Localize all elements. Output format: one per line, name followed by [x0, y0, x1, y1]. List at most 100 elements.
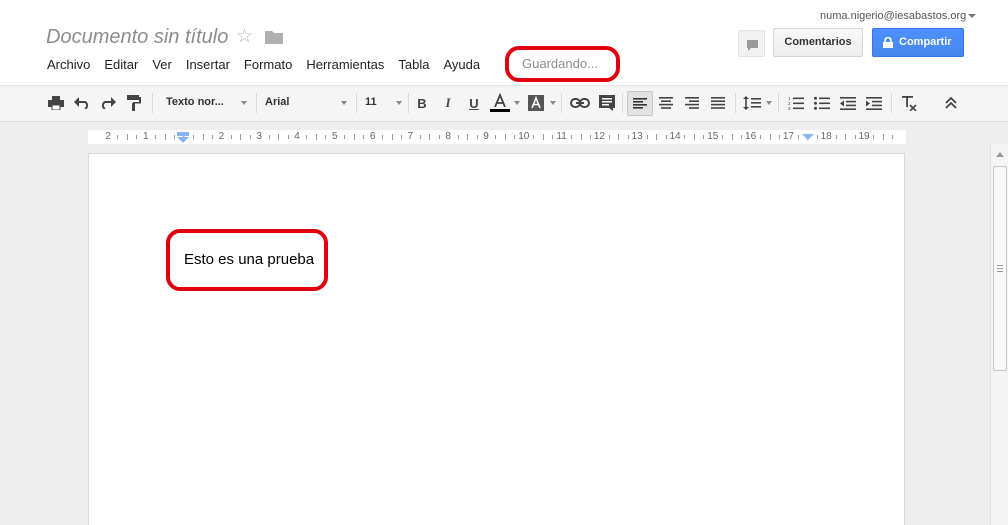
paint-format-icon[interactable]: [124, 91, 144, 115]
ruler-tick: [391, 134, 393, 140]
collapse-toolbar-icon[interactable]: [940, 91, 962, 115]
ruler-number: 12: [593, 131, 605, 142]
ruler-tick: [656, 134, 658, 140]
ruler-tick: [892, 135, 894, 139]
menu-editar[interactable]: Editar: [97, 56, 145, 74]
ruler-tick: [419, 135, 421, 139]
folder-icon[interactable]: [265, 30, 283, 44]
ruler-tick: [882, 134, 884, 140]
toolbar-separator: [891, 93, 892, 113]
user-email[interactable]: numa.nigerio@iesabastos.org: [820, 10, 966, 22]
scroll-up-icon[interactable]: [996, 152, 1004, 157]
ruler-tick: [457, 135, 459, 139]
ruler-area: 2 1 1 2 3 4 5 6 7 8 9 10 11 12 13 14 15 16 17 18 19: [0, 122, 1008, 153]
header: Documento sin título ☆ Archivo Editar Ve…: [0, 0, 1008, 86]
clear-formatting-icon[interactable]: [898, 91, 920, 115]
ruler-tick: [344, 135, 346, 139]
toolbar-separator: [256, 93, 257, 113]
font-select[interactable]: Arial: [265, 96, 289, 108]
ruler-tick: [769, 134, 771, 140]
scroll-thumb[interactable]: [993, 166, 1007, 371]
toolbar-separator: [561, 93, 562, 113]
line-spacing-icon[interactable]: [741, 91, 763, 115]
document-title[interactable]: Documento sin título: [46, 26, 228, 49]
ruler-tick: [580, 134, 582, 140]
ruler-tick: [845, 134, 847, 140]
text-color-caret-icon[interactable]: [514, 101, 520, 105]
document-body-text[interactable]: Esto es una prueba: [184, 251, 314, 268]
ruler-number: 1: [143, 131, 149, 142]
menu-herramientas[interactable]: Herramientas: [299, 56, 391, 74]
align-left-button[interactable]: [627, 91, 653, 116]
ruler-tick: [571, 135, 573, 139]
line-spacing-caret-icon[interactable]: [766, 101, 772, 105]
ruler-number: 2: [218, 131, 225, 142]
ruler[interactable]: 2 1 1 2 3 4 5 6 7 8 9 10 11 12 13 14 15 16 17 18 19: [88, 130, 906, 144]
ruler-tick: [268, 135, 270, 139]
bulleted-list-icon[interactable]: [811, 91, 833, 115]
style-caret-icon[interactable]: [241, 101, 247, 105]
align-left-icon: [633, 98, 647, 109]
font-size-select[interactable]: 11: [365, 96, 377, 108]
font-caret-icon[interactable]: [341, 101, 347, 105]
left-indent-marker-icon[interactable]: [177, 132, 189, 144]
font-size-caret-icon[interactable]: [396, 101, 402, 105]
menu-insertar[interactable]: Insertar: [179, 56, 237, 74]
ruler-number: 15: [707, 131, 719, 142]
ruler-tick: [684, 135, 686, 139]
share-button[interactable]: Compartir: [872, 28, 964, 57]
menu-ver[interactable]: Ver: [145, 56, 179, 74]
ruler-tick: [873, 135, 875, 139]
ruler-tick: [693, 134, 695, 140]
link-icon[interactable]: [569, 91, 591, 115]
menu-formato[interactable]: Formato: [237, 56, 299, 74]
ruler-number: 5: [332, 131, 338, 142]
decrease-indent-icon[interactable]: [837, 91, 859, 115]
account-caret-icon[interactable]: [968, 14, 976, 18]
ruler-tick: [240, 134, 242, 140]
menu-archivo[interactable]: Archivo: [40, 56, 97, 74]
chat-button[interactable]: [738, 30, 765, 57]
ruler-number: 17: [782, 131, 794, 142]
vertical-scrollbar[interactable]: [990, 144, 1008, 525]
document-page[interactable]: [88, 153, 905, 525]
italic-icon[interactable]: I: [439, 91, 457, 115]
underline-icon[interactable]: U: [465, 91, 483, 115]
right-indent-marker-icon[interactable]: [802, 132, 814, 142]
text-color-icon[interactable]: [489, 91, 511, 115]
svg-text:3: 3: [788, 106, 791, 110]
document-canvas: [0, 153, 990, 525]
ruler-tick: [202, 134, 204, 140]
align-right-icon[interactable]: [681, 91, 703, 115]
menu-tabla[interactable]: Tabla: [391, 56, 436, 74]
ruler-tick: [731, 134, 733, 140]
redo-icon[interactable]: [98, 91, 118, 115]
bold-icon[interactable]: B: [413, 91, 431, 115]
ruler-number: 7: [407, 131, 414, 142]
align-center-icon[interactable]: [655, 91, 677, 115]
star-icon[interactable]: ☆: [236, 26, 253, 48]
ruler-tick: [504, 134, 506, 140]
comments-button[interactable]: Comentarios: [773, 28, 863, 57]
ruler-tick: [835, 135, 837, 139]
increase-indent-icon[interactable]: [863, 91, 885, 115]
ruler-number: 10: [518, 131, 530, 142]
ruler-tick: [306, 135, 308, 139]
style-select[interactable]: Texto nor...: [166, 96, 224, 108]
highlight-color-icon[interactable]: [526, 91, 546, 115]
print-icon[interactable]: [46, 91, 66, 115]
justify-icon[interactable]: [707, 91, 729, 115]
scroll-grip-icon: [997, 265, 1003, 272]
ruler-tick: [429, 134, 431, 140]
ruler-tick: [542, 134, 544, 140]
ruler-number: 13: [631, 131, 643, 142]
ruler-tick: [155, 135, 157, 139]
highlight-caret-icon[interactable]: [550, 101, 556, 105]
numbered-list-icon[interactable]: 123: [785, 91, 807, 115]
menu-ayuda[interactable]: Ayuda: [436, 56, 487, 74]
ruler-number: 2: [105, 131, 111, 142]
undo-icon[interactable]: [72, 91, 92, 115]
comment-icon[interactable]: [597, 91, 617, 115]
toolbar-separator: [408, 93, 409, 113]
ruler-number: 16: [745, 131, 757, 142]
